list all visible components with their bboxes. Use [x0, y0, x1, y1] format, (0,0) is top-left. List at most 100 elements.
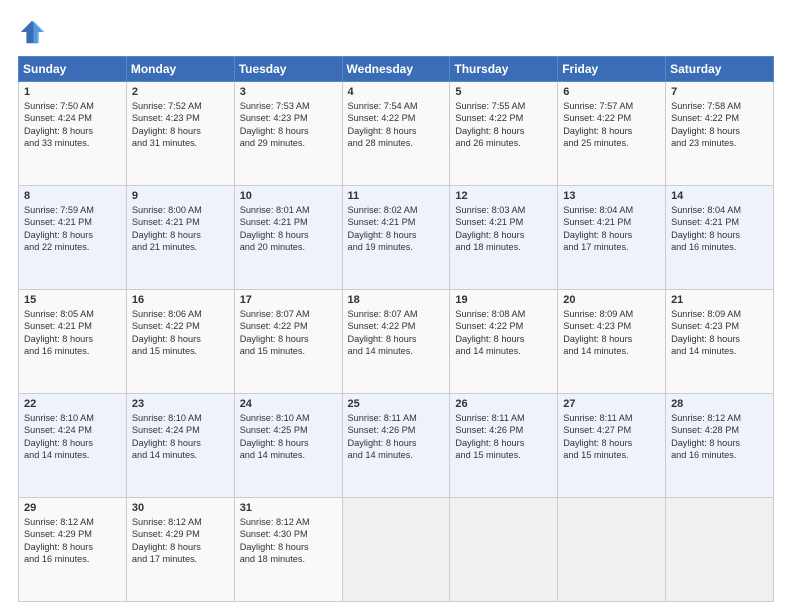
cell-text: Sunrise: 8:06 AMSunset: 4:22 PMDaylight:… — [132, 308, 230, 358]
cell-line: Sunrise: 8:09 AM — [671, 308, 769, 320]
logo-icon — [18, 18, 46, 46]
cell-line: Daylight: 8 hours — [132, 229, 230, 241]
cell-line: and 19 minutes. — [348, 241, 446, 253]
cell-line: Sunset: 4:26 PM — [455, 424, 553, 436]
logo — [18, 18, 50, 46]
cell-line: Daylight: 8 hours — [348, 333, 446, 345]
calendar-cell: 20Sunrise: 8:09 AMSunset: 4:23 PMDayligh… — [558, 290, 666, 394]
cell-line: Daylight: 8 hours — [24, 333, 122, 345]
cell-text: Sunrise: 8:01 AMSunset: 4:21 PMDaylight:… — [240, 204, 338, 254]
cell-line: Daylight: 8 hours — [132, 437, 230, 449]
cell-line: Sunset: 4:22 PM — [132, 320, 230, 332]
cell-text: Sunrise: 8:07 AMSunset: 4:22 PMDaylight:… — [348, 308, 446, 358]
cell-text: Sunrise: 8:05 AMSunset: 4:21 PMDaylight:… — [24, 308, 122, 358]
day-number: 23 — [132, 398, 230, 410]
cell-line: Sunrise: 8:10 AM — [24, 412, 122, 424]
day-number: 24 — [240, 398, 338, 410]
cell-line: and 16 minutes. — [24, 553, 122, 565]
cell-line: Daylight: 8 hours — [24, 437, 122, 449]
cell-text: Sunrise: 8:03 AMSunset: 4:21 PMDaylight:… — [455, 204, 553, 254]
cell-line: and 17 minutes. — [132, 553, 230, 565]
calendar-cell: 6Sunrise: 7:57 AMSunset: 4:22 PMDaylight… — [558, 82, 666, 186]
calendar-cell: 16Sunrise: 8:06 AMSunset: 4:22 PMDayligh… — [126, 290, 234, 394]
cell-text: Sunrise: 8:12 AMSunset: 4:30 PMDaylight:… — [240, 516, 338, 566]
cell-line: Sunrise: 8:10 AM — [240, 412, 338, 424]
cell-line: Sunrise: 7:53 AM — [240, 100, 338, 112]
calendar-week-4: 22 Sunrise: 8:10 AMSunset: 4:24 PMDayligh… — [19, 394, 774, 498]
cell-line: Daylight: 8 hours — [455, 229, 553, 241]
cell-line: Sunrise: 8:09 AM — [563, 308, 661, 320]
cell-line: Sunset: 4:29 PM — [132, 528, 230, 540]
cell-line: Daylight: 8 hours — [240, 125, 338, 137]
calendar-cell: 19Sunrise: 8:08 AMSunset: 4:22 PMDayligh… — [450, 290, 558, 394]
cell-line: Daylight: 8 hours — [563, 125, 661, 137]
col-header-wednesday: Wednesday — [342, 57, 450, 82]
calendar-cell: 1Sunrise: 7:50 AMSunset: 4:24 PMDaylight… — [19, 82, 127, 186]
cell-line: Sunrise: 7:52 AM — [132, 100, 230, 112]
calendar-cell: 7 Sunrise: 7:58 AMSunset: 4:22 PMDaylight… — [666, 82, 774, 186]
calendar-cell: 28Sunrise: 8:12 AMSunset: 4:28 PMDayligh… — [666, 394, 774, 498]
cell-line: Sunset: 4:25 PM — [240, 424, 338, 436]
cell-line: and 26 minutes. — [455, 137, 553, 149]
col-header-saturday: Saturday — [666, 57, 774, 82]
calendar-cell: 26Sunrise: 8:11 AMSunset: 4:26 PMDayligh… — [450, 394, 558, 498]
cell-line: Sunrise: 7:50 AM — [24, 100, 122, 112]
cell-line: Sunrise: 8:12 AM — [240, 516, 338, 528]
day-number: 3 — [240, 86, 338, 98]
cell-text: Sunrise: 8:11 AMSunset: 4:26 PMDaylight:… — [455, 412, 553, 462]
cell-text: Sunrise: 8:10 AMSunset: 4:24 PMDaylight:… — [132, 412, 230, 462]
calendar-cell: 9Sunrise: 8:00 AMSunset: 4:21 PMDaylight… — [126, 186, 234, 290]
cell-line: and 23 minutes. — [671, 137, 769, 149]
calendar-cell: 22Sunrise: 8:10 AMSunset: 4:24 PMDayligh… — [19, 394, 127, 498]
cell-line: Sunrise: 8:12 AM — [24, 516, 122, 528]
day-number: 13 — [563, 190, 661, 202]
cell-line: and 18 minutes. — [455, 241, 553, 253]
cell-text: Sunrise: 7:59 AMSunset: 4:21 PMDaylight:… — [24, 204, 122, 254]
cell-line: Sunrise: 7:55 AM — [455, 100, 553, 112]
cell-line: and 15 minutes. — [240, 345, 338, 357]
cell-line: Daylight: 8 hours — [455, 125, 553, 137]
cell-line: and 33 minutes. — [24, 137, 122, 149]
cell-line: Daylight: 8 hours — [671, 333, 769, 345]
cell-line: and 16 minutes. — [671, 241, 769, 253]
cell-line: and 14 minutes. — [671, 345, 769, 357]
cell-line: Sunrise: 8:05 AM — [24, 308, 122, 320]
day-number: 8 — [24, 190, 122, 202]
cell-line: Daylight: 8 hours — [132, 333, 230, 345]
day-number: 4 — [348, 86, 446, 98]
calendar-table: SundayMondayTuesdayWednesdayThursdayFrid… — [18, 56, 774, 602]
cell-line: Sunset: 4:27 PM — [563, 424, 661, 436]
day-number: 10 — [240, 190, 338, 202]
calendar-cell: 23 Sunrise: 8:10 AMSunset: 4:24 PMDayligh… — [126, 394, 234, 498]
day-number: 7 — [671, 86, 769, 98]
cell-text: Sunrise: 7:58 AMSunset: 4:22 PMDaylight:… — [671, 100, 769, 150]
cell-line: Sunrise: 7:59 AM — [24, 204, 122, 216]
cell-line: Daylight: 8 hours — [671, 229, 769, 241]
cell-line: Sunset: 4:21 PM — [348, 216, 446, 228]
cell-line: Daylight: 8 hours — [563, 437, 661, 449]
calendar-cell: 27Sunrise: 8:11 AMSunset: 4:27 PMDayligh… — [558, 394, 666, 498]
cell-text: Sunrise: 8:04 AMSunset: 4:21 PMDaylight:… — [671, 204, 769, 254]
day-number: 25 — [348, 398, 446, 410]
calendar-week-1: 1Sunrise: 7:50 AMSunset: 4:24 PMDaylight… — [19, 82, 774, 186]
cell-line: Daylight: 8 hours — [24, 541, 122, 553]
calendar-cell: 14Sunrise: 8:04 AMSunset: 4:21 PMDayligh… — [666, 186, 774, 290]
cell-line: Sunrise: 8:12 AM — [132, 516, 230, 528]
calendar-cell — [558, 498, 666, 602]
day-number: 6 — [563, 86, 661, 98]
cell-line: Sunrise: 7:58 AM — [671, 100, 769, 112]
day-number: 17 — [240, 294, 338, 306]
cell-line: and 22 minutes. — [24, 241, 122, 253]
cell-line: Sunset: 4:22 PM — [348, 112, 446, 124]
cell-line: and 14 minutes. — [348, 345, 446, 357]
cell-text: Sunrise: 7:52 AMSunset: 4:23 PMDaylight:… — [132, 100, 230, 150]
day-number: 31 — [240, 502, 338, 514]
cell-text: Sunrise: 8:04 AMSunset: 4:21 PMDaylight:… — [563, 204, 661, 254]
cell-line: Sunset: 4:26 PM — [348, 424, 446, 436]
day-number: 27 — [563, 398, 661, 410]
day-number: 22 — [24, 398, 122, 410]
calendar-cell: 5Sunrise: 7:55 AMSunset: 4:22 PMDaylight… — [450, 82, 558, 186]
cell-text: Sunrise: 8:08 AMSunset: 4:22 PMDaylight:… — [455, 308, 553, 358]
cell-line: Sunset: 4:21 PM — [563, 216, 661, 228]
calendar-cell: 3Sunrise: 7:53 AMSunset: 4:23 PMDaylight… — [234, 82, 342, 186]
